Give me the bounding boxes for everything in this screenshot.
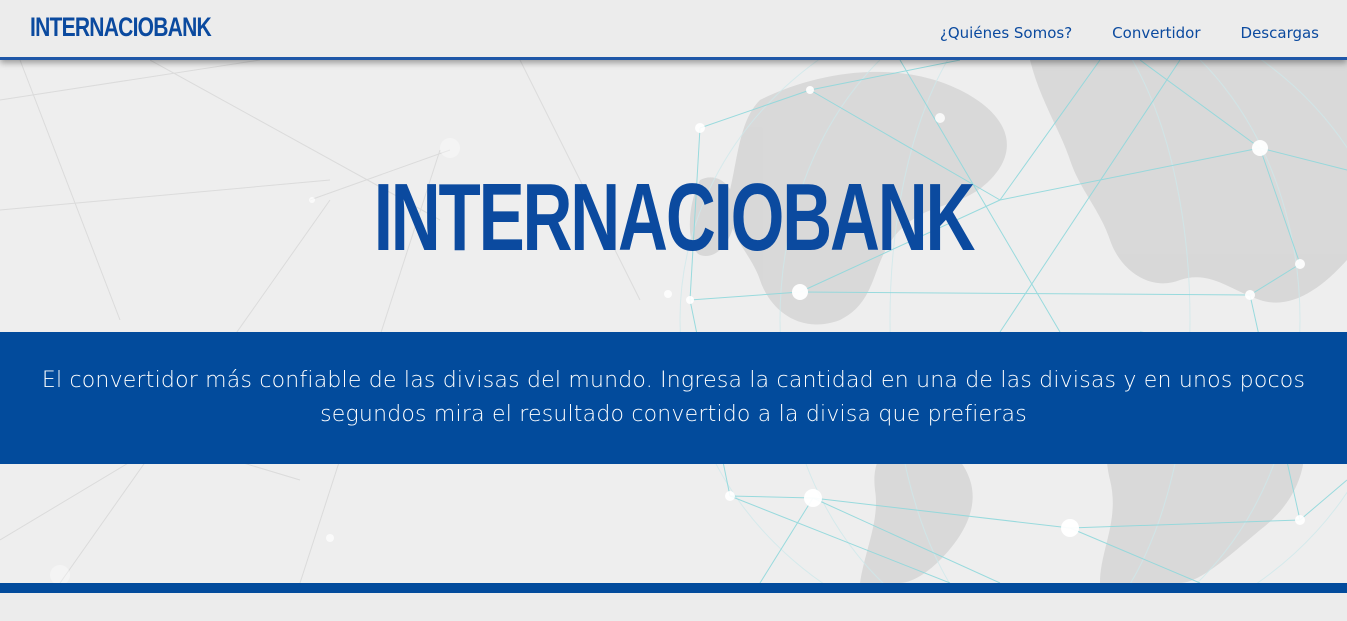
nav-links: ¿Quiénes Somos? Convertidor Descargas bbox=[940, 24, 1319, 42]
bottom-blue-bar bbox=[0, 583, 1347, 593]
world-network-background bbox=[0, 60, 1347, 583]
brand-logo[interactable]: INTERNACIOBANK bbox=[30, 12, 212, 43]
tagline-banner: El convertidor más confiable de las divi… bbox=[0, 332, 1347, 464]
tagline-text: El convertidor más confiable de las divi… bbox=[41, 368, 1306, 427]
bottom-strip bbox=[0, 593, 1347, 621]
nav-link-descargas[interactable]: Descargas bbox=[1241, 24, 1319, 42]
nav-link-convertidor[interactable]: Convertidor bbox=[1112, 24, 1200, 42]
top-navbar: INTERNACIOBANK ¿Quiénes Somos? Convertid… bbox=[0, 0, 1347, 60]
nav-link-quienes-somos[interactable]: ¿Quiénes Somos? bbox=[940, 24, 1072, 42]
hero-title: INTERNACIOBANK bbox=[373, 164, 976, 271]
hero-section: INTERNACIOBANK El convertidor más confia… bbox=[0, 60, 1347, 583]
